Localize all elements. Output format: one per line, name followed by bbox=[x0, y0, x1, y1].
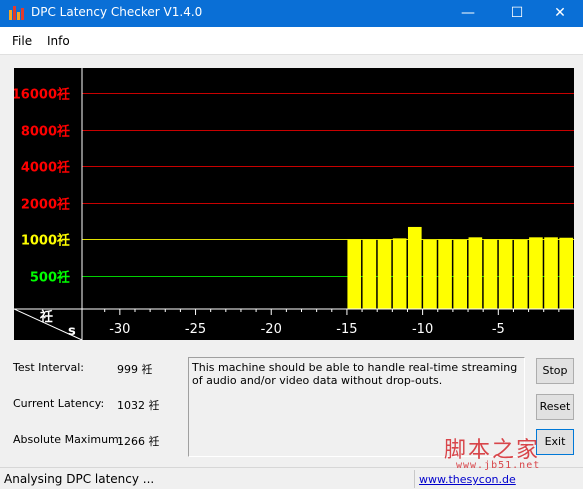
status-separator bbox=[414, 470, 415, 488]
x-tick-label: -20 bbox=[261, 322, 282, 337]
corner-unit-x: s bbox=[68, 324, 76, 339]
minimize-button[interactable]: — bbox=[445, 0, 491, 27]
latency-bar bbox=[559, 237, 573, 309]
latency-bar bbox=[377, 239, 392, 309]
absolute-maximum-label: Absolute Maximum: bbox=[13, 433, 123, 446]
latency-bar bbox=[544, 237, 558, 309]
latency-bar bbox=[529, 237, 543, 309]
latency-bar bbox=[362, 239, 377, 309]
latency-bar bbox=[468, 237, 483, 309]
app-icon bbox=[9, 6, 25, 20]
y-tick-label: 2000祍 bbox=[21, 197, 70, 213]
latency-bar bbox=[453, 239, 468, 309]
latency-bar bbox=[347, 239, 362, 309]
close-button[interactable]: ✕ bbox=[537, 0, 583, 27]
watermark-url: www.jb51.net bbox=[456, 460, 541, 471]
window-title: DPC Latency Checker V1.4.0 bbox=[31, 5, 203, 19]
test-interval-label: Test Interval: bbox=[13, 361, 84, 374]
x-tick-label: -15 bbox=[336, 322, 357, 337]
reset-button[interactable]: Reset bbox=[536, 394, 574, 420]
latency-bar bbox=[438, 239, 452, 309]
watermark: 脚本之家 www.jb51.net bbox=[440, 432, 583, 474]
y-tick-label: 16000祍 bbox=[14, 87, 70, 103]
latency-bar bbox=[483, 239, 498, 309]
corner-unit-y: 祍 bbox=[39, 309, 53, 325]
y-tick-label: 4000祍 bbox=[21, 160, 70, 176]
status-text: Analysing DPC latency ... bbox=[4, 472, 155, 486]
x-tick-label: -25 bbox=[185, 322, 206, 337]
title-bar[interactable]: DPC Latency Checker V1.4.0 — ☐ ✕ bbox=[0, 0, 583, 27]
test-interval-value: 999 祍 bbox=[117, 363, 153, 376]
current-latency-label: Current Latency: bbox=[13, 397, 105, 410]
latency-graph: 16000祍 8000祍 4000祍 2000祍 1000祍 500祍 祍 s -30 -2… bbox=[14, 68, 574, 340]
latency-bar bbox=[423, 239, 437, 309]
menu-file[interactable]: File bbox=[12, 34, 32, 48]
menu-info[interactable]: Info bbox=[47, 34, 70, 48]
x-tick-label: -10 bbox=[412, 322, 433, 337]
absolute-maximum-value: 1266 祍 bbox=[117, 435, 160, 448]
y-tick-label: 8000祍 bbox=[21, 124, 70, 140]
maximize-button[interactable]: ☐ bbox=[494, 0, 540, 27]
latency-chart-svg: 16000祍 8000祍 4000祍 2000祍 1000祍 500祍 祍 s -30 -2… bbox=[14, 68, 574, 340]
current-latency-value: 1032 祍 bbox=[117, 399, 160, 412]
x-tick-label: -5 bbox=[492, 322, 505, 337]
menu-bar: File Info bbox=[0, 27, 583, 55]
latency-bar bbox=[498, 239, 513, 309]
x-tick-label: -30 bbox=[109, 322, 130, 337]
y-tick-label: 1000祍 bbox=[21, 233, 70, 249]
stop-button[interactable]: Stop bbox=[536, 358, 574, 384]
latency-bar bbox=[513, 239, 528, 309]
website-link[interactable]: www.thesycon.de bbox=[419, 473, 516, 486]
latency-bar bbox=[407, 226, 422, 309]
latency-bar bbox=[392, 238, 407, 309]
y-tick-label: 500祍 bbox=[30, 270, 70, 286]
